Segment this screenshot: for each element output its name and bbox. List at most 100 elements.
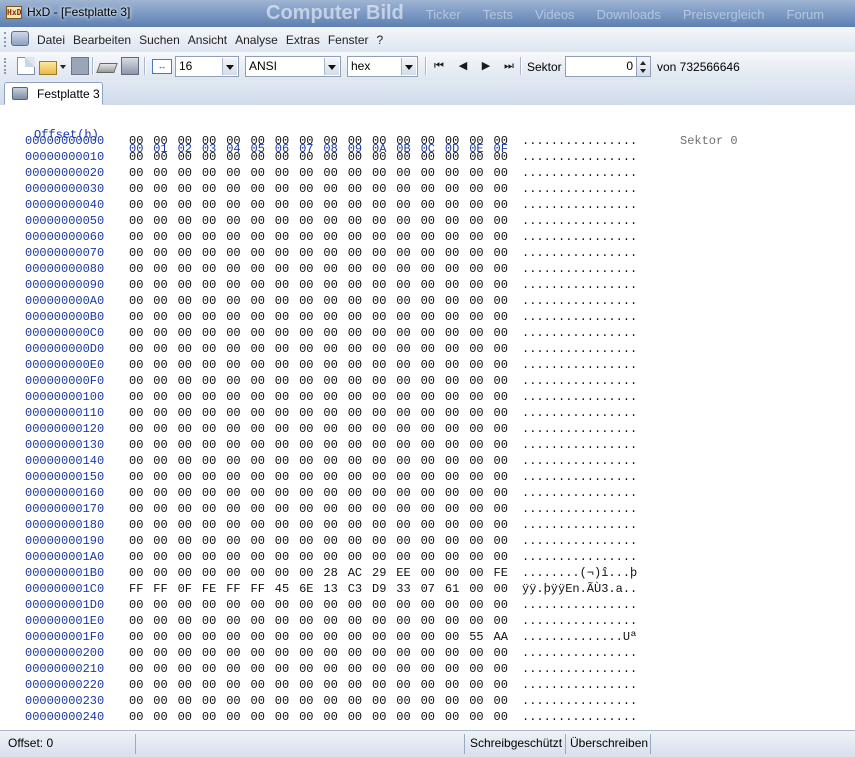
hex-byte[interactable]: 00	[202, 662, 216, 676]
hex-byte[interactable]: 00	[396, 134, 410, 148]
hex-byte[interactable]: 00	[372, 422, 386, 436]
open-disk-icon[interactable]	[96, 63, 118, 73]
ascii-text[interactable]: ................	[522, 230, 637, 244]
hex-byte[interactable]: 00	[202, 710, 216, 724]
hex-byte[interactable]: 00	[494, 406, 508, 420]
hex-byte[interactable]: 00	[129, 438, 143, 452]
hex-byte[interactable]: 00	[129, 678, 143, 692]
hex-byte[interactable]: 0F	[178, 582, 192, 596]
open-file-icon[interactable]	[39, 61, 57, 75]
hex-byte[interactable]: 00	[226, 518, 240, 532]
hex-byte[interactable]: 00	[299, 294, 313, 308]
hex-byte[interactable]: 00	[202, 294, 216, 308]
ascii-text[interactable]: ................	[522, 134, 637, 148]
hex-byte[interactable]: 00	[469, 246, 483, 260]
hex-byte[interactable]: 00	[396, 166, 410, 180]
hex-byte[interactable]: 00	[396, 230, 410, 244]
hex-byte[interactable]: 00	[202, 678, 216, 692]
hex-byte[interactable]: 00	[299, 310, 313, 324]
hex-byte[interactable]: 00	[323, 454, 337, 468]
hex-byte[interactable]: 00	[299, 438, 313, 452]
hex-byte[interactable]: 00	[153, 390, 167, 404]
hex-byte[interactable]: 00	[469, 278, 483, 292]
spin-up-icon[interactable]	[640, 61, 646, 65]
hex-byte[interactable]: 00	[129, 310, 143, 324]
hex-byte[interactable]: 00	[251, 262, 265, 276]
hex-byte[interactable]: 00	[396, 662, 410, 676]
hex-byte[interactable]: 00	[251, 278, 265, 292]
ascii-text[interactable]: ................	[522, 694, 637, 708]
hex-byte[interactable]: 00	[299, 230, 313, 244]
hex-byte[interactable]: 00	[494, 182, 508, 196]
hex-byte[interactable]: 00	[153, 294, 167, 308]
hex-byte[interactable]: 00	[178, 438, 192, 452]
hex-byte[interactable]: 00	[251, 166, 265, 180]
hex-byte[interactable]: 00	[226, 198, 240, 212]
hex-byte[interactable]: 00	[226, 550, 240, 564]
hex-byte[interactable]: 00	[129, 294, 143, 308]
hex-byte[interactable]: 00	[494, 646, 508, 660]
hex-byte[interactable]: 00	[396, 310, 410, 324]
hex-editor-view[interactable]: Offset(h) 00 01 02 03 04 05 06 07 08 09 0A 0B 0C 0D 0E…	[0, 105, 855, 730]
hex-byte[interactable]: 00	[129, 598, 143, 612]
hex-byte[interactable]: 00	[445, 630, 459, 644]
hex-byte[interactable]: 00	[226, 694, 240, 708]
ascii-text[interactable]: ................	[522, 438, 637, 452]
hex-byte[interactable]: 28	[323, 566, 337, 580]
hex-byte[interactable]: 00	[348, 662, 362, 676]
hex-byte[interactable]: 00	[421, 406, 435, 420]
hex-byte[interactable]: 00	[421, 598, 435, 612]
hex-byte[interactable]: 00	[469, 390, 483, 404]
hex-byte[interactable]: 00	[226, 710, 240, 724]
hex-byte[interactable]: 00	[372, 166, 386, 180]
hex-byte[interactable]: 00	[129, 534, 143, 548]
hex-byte[interactable]: 00	[129, 262, 143, 276]
hex-byte[interactable]: 00	[421, 278, 435, 292]
chevron-down-icon[interactable]	[222, 58, 237, 75]
hex-byte[interactable]: 00	[494, 486, 508, 500]
hex-byte[interactable]: 00	[153, 694, 167, 708]
hex-byte[interactable]: 00	[299, 214, 313, 228]
hex-byte[interactable]: 00	[153, 646, 167, 660]
hex-byte[interactable]: AA	[494, 630, 508, 644]
hex-byte[interactable]: 00	[421, 182, 435, 196]
hex-byte[interactable]: 00	[396, 694, 410, 708]
hex-byte[interactable]: 00	[251, 406, 265, 420]
hex-byte[interactable]: 00	[202, 630, 216, 644]
hex-byte[interactable]: 00	[372, 246, 386, 260]
ascii-text[interactable]: ................	[522, 614, 637, 628]
ascii-text[interactable]: ................	[522, 246, 637, 260]
hex-byte[interactable]: 00	[348, 182, 362, 196]
hex-byte[interactable]: FE	[494, 566, 508, 580]
hex-byte[interactable]: 00	[153, 358, 167, 372]
hex-byte[interactable]: 00	[153, 406, 167, 420]
hex-byte[interactable]: 00	[372, 678, 386, 692]
hex-byte[interactable]: 00	[348, 310, 362, 324]
hex-byte[interactable]: 00	[323, 662, 337, 676]
hex-byte[interactable]: 00	[299, 342, 313, 356]
hex-byte[interactable]: 00	[153, 470, 167, 484]
hex-byte[interactable]: 00	[299, 454, 313, 468]
hex-byte[interactable]: 00	[469, 134, 483, 148]
hex-byte[interactable]: 00	[275, 246, 289, 260]
hex-byte[interactable]: 00	[348, 374, 362, 388]
hex-byte[interactable]: 00	[226, 566, 240, 580]
hex-byte[interactable]: 00	[445, 246, 459, 260]
hex-byte[interactable]: 00	[153, 630, 167, 644]
hex-byte[interactable]: 00	[323, 246, 337, 260]
hex-byte[interactable]: 00	[299, 374, 313, 388]
hex-byte[interactable]: 00	[275, 646, 289, 660]
hex-byte[interactable]: 00	[421, 710, 435, 724]
ascii-text[interactable]: ................	[522, 406, 637, 420]
ascii-text[interactable]: ..............Uª	[522, 630, 637, 644]
hex-byte[interactable]: 00	[153, 454, 167, 468]
hex-byte[interactable]: 00	[129, 470, 143, 484]
hex-byte[interactable]: 00	[178, 630, 192, 644]
hex-byte[interactable]: 00	[299, 550, 313, 564]
hex-byte[interactable]: 00	[299, 518, 313, 532]
hex-byte[interactable]: 00	[129, 710, 143, 724]
hex-byte[interactable]: 00	[226, 166, 240, 180]
ascii-text[interactable]: ................	[522, 342, 637, 356]
hex-byte[interactable]: 00	[445, 534, 459, 548]
hex-byte[interactable]: 00	[396, 646, 410, 660]
